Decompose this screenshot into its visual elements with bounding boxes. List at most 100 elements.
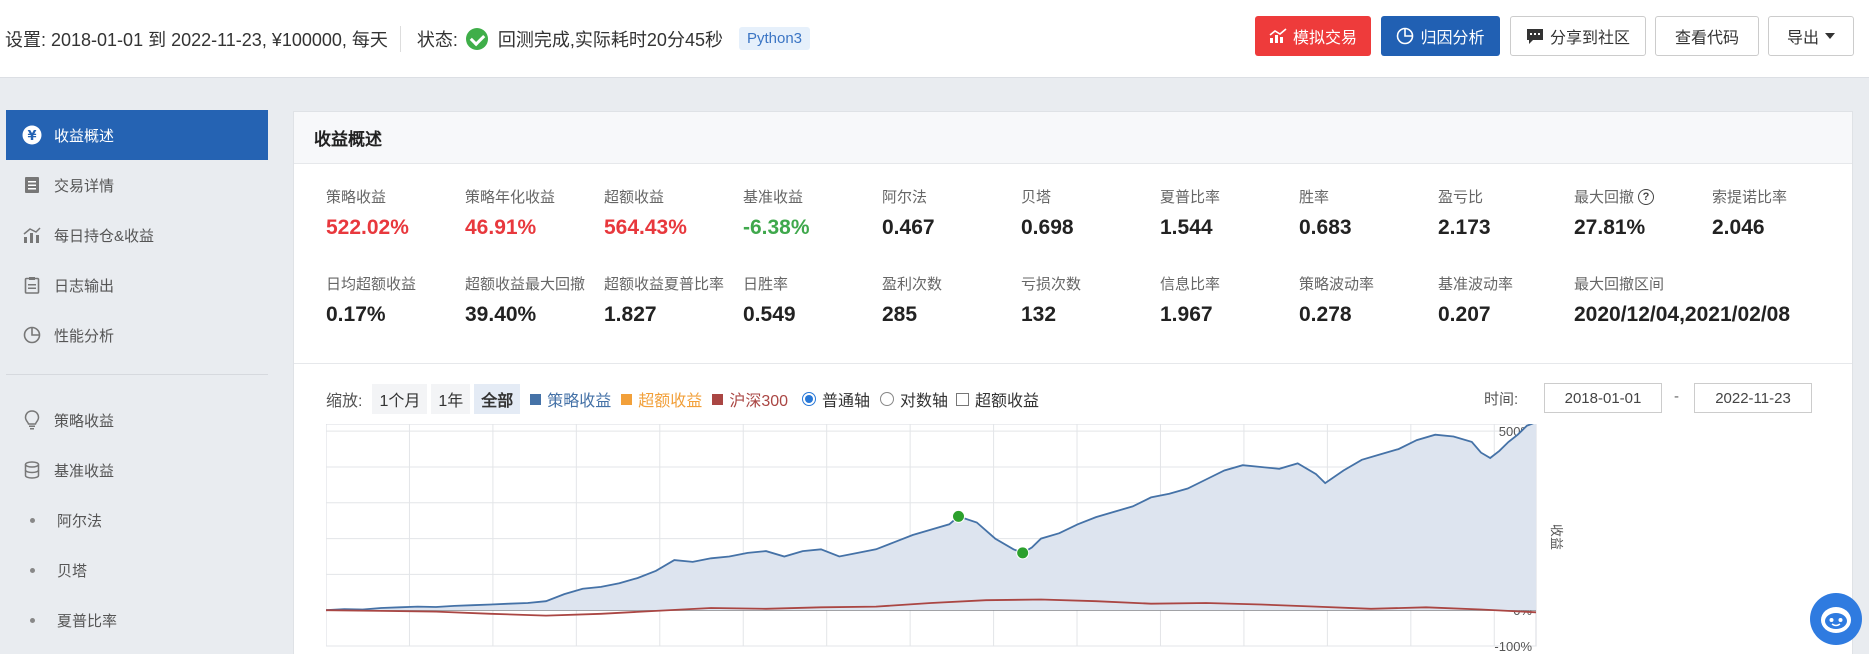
document-icon [22,175,42,195]
backtest-settings: 设置: 2018-01-01 到 2022-11-23, ¥100000, 每天 [5,29,388,50]
metric-max-drawdown: 最大回撤 ? 27.81% [1574,186,1714,240]
metric-alpha: 阿尔法 0.467 [882,189,935,239]
returns-chart: 500%400%300%200%100%0%-100%收益 [326,424,1563,654]
zoom-1-year-button[interactable]: 1年 [431,384,471,414]
caret-down-icon [1825,33,1835,39]
trend-chart-icon [1269,28,1287,43]
legend-swatch [712,393,724,405]
date-separator: - [1674,388,1679,405]
zoom-label: 缩放: [326,393,363,410]
view-code-label: 查看代码 [1674,30,1739,47]
y-axis-label: 收益 [1548,524,1563,550]
start-date-input[interactable]: 2018-01-01 [1544,383,1662,413]
excess-returns-checkbox[interactable] [956,392,970,406]
sidebar-item-label: 阿尔法 [57,512,103,530]
legend-csi300[interactable]: 沪深300 [712,387,788,411]
legend-strategy-returns[interactable]: 策略收益 [530,387,611,411]
metric-excess-return: 超额收益 564.43% [604,189,687,239]
sidebar-item-alpha[interactable]: 阿尔法 [6,495,268,545]
log-axis-label: 对数轴 [900,393,949,410]
chart-controls: 缩放: 1个月 1年 全部 策略收益 超额收益 沪深300 普通轴 对数轴 超额… [326,384,1039,414]
python-badge: Python3 [738,27,811,50]
metric-beta: 贝塔 0.698 [1021,189,1074,239]
metric-win-count: 盈利次数 285 [882,276,943,326]
log-axis-radio[interactable] [880,392,895,406]
overview-panel: 收益概述 策略收益 522.02% 策略年化收益 46.91% 超额收益 564… [293,111,1853,654]
legend-excess-returns[interactable]: 超额收益 [621,387,702,411]
sidebar-item-label: 性能分析 [54,327,115,345]
pie-icon [22,325,42,345]
zoom-1-month-button[interactable]: 1个月 [372,384,428,414]
pie-icon [1397,27,1414,45]
legend-swatch [530,393,542,405]
linear-axis-radio[interactable] [802,392,817,406]
metric-profit-loss-ratio: 盈亏比 2.173 [1438,189,1491,239]
drawdown-end-marker [1016,546,1030,560]
sidebar-divider [6,374,268,375]
metric-strategy-return: 策略收益 522.02% [326,189,409,239]
sidebar-item-strategy-returns[interactable]: 策略收益 [6,395,268,445]
sidebar-item-label: 日志输出 [54,277,115,295]
metric-excess-sharpe: 超额收益夏普比率 1.827 [604,276,725,326]
metric-max-drawdown-range: 最大回撤区间 2020/12/04,2021/02/08 [1574,276,1791,326]
sidebar-item-performance[interactable]: 性能分析 [6,310,268,360]
status-label: 状态: [416,29,458,50]
drawdown-start-marker [952,509,965,523]
time-label: 时间: [1484,391,1519,408]
bullet-icon [30,517,35,523]
sidebar-item-label: 夏普比率 [57,612,118,630]
legend-swatch [621,393,633,405]
sidebar-item-logs[interactable]: 日志输出 [6,260,268,310]
share-button[interactable]: 分享到社区 [1510,16,1646,56]
database-icon [22,460,42,480]
export-dropdown[interactable]: 导出 [1768,16,1854,56]
export-label: 导出 [1786,30,1819,47]
bar-chart-icon [22,225,42,245]
sidebar-item-label: 每日持仓&收益 [54,227,155,245]
zoom-all-button[interactable]: 全部 [474,384,521,414]
share-label: 分享到社区 [1549,30,1630,47]
status-text: 回测完成,实际耗时20分45秒 [497,29,723,50]
end-date-input[interactable]: 2022-11-23 [1694,383,1812,413]
sidebar-item-label: 收益概述 [54,127,115,145]
svg-text:¥: ¥ [27,129,36,144]
sidebar-item-label: 交易详情 [54,177,115,195]
sidebar-item-sharpe[interactable]: 夏普比率 [6,595,268,645]
excess-returns-checkbox-label: 超额收益 [975,393,1040,410]
metric-sortino: 索提诺比率 2.046 [1712,189,1788,239]
attribution-label: 归因分析 [1420,30,1485,47]
sidebar-item-overview[interactable]: ¥ 收益概述 [6,110,268,160]
sim-trade-button[interactable]: 模拟交易 [1255,16,1371,56]
bulb-icon [22,410,42,430]
metrics-grid: 策略收益 522.02% 策略年化收益 46.91% 超额收益 564.43% … [294,164,1852,364]
sidebar-item-beta[interactable]: 贝塔 [6,545,268,595]
assistant-chat-button[interactable] [1810,593,1862,645]
bullet-icon [30,567,35,573]
robot-face-icon [1821,607,1851,633]
metric-benchmark-return: 基准收益 -6.38% [743,189,810,239]
bullet-icon [30,617,35,623]
help-icon[interactable]: ? [1638,188,1655,205]
metric-sharpe: 夏普比率 1.544 [1160,189,1221,239]
metric-annual-return: 策略年化收益 46.91% [465,189,556,239]
yuan-icon: ¥ [22,125,42,145]
metric-strategy-volatility: 策略波动率 0.278 [1299,276,1375,326]
divider [399,25,401,52]
comment-icon [1526,28,1543,44]
metric-win-rate: 胜率 0.683 [1299,189,1352,239]
view-code-button[interactable]: 查看代码 [1655,16,1759,56]
sidebar-item-label: 基准收益 [54,462,115,480]
sidebar-item-label: 贝塔 [57,562,88,580]
sidebar-item-label: 策略收益 [54,412,115,430]
metric-loss-count: 亏损次数 132 [1021,276,1082,326]
attribution-button[interactable]: 归因分析 [1381,16,1500,56]
panel-title: 收益概述 [294,112,1852,164]
linear-axis-label: 普通轴 [822,393,871,410]
sim-trade-label: 模拟交易 [1292,30,1357,47]
metric-excess-max-drawdown: 超额收益最大回撤 39.40% [465,276,586,326]
sidebar-item-benchmark-returns[interactable]: 基准收益 [6,445,268,495]
metric-daily-excess: 日均超额收益 0.17% [326,276,417,326]
sidebar-item-trades[interactable]: 交易详情 [6,160,268,210]
y-tick-label: -100% [1494,639,1532,654]
sidebar-item-daily-positions[interactable]: 每日持仓&收益 [6,210,268,260]
